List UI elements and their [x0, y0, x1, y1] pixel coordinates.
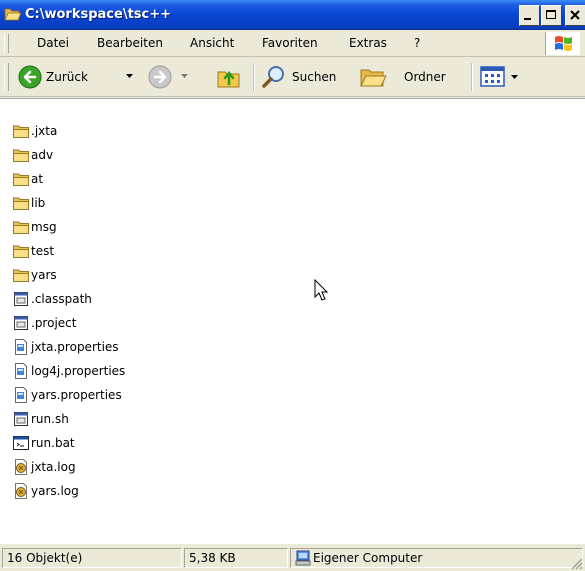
menu-help[interactable]: ? [414, 36, 420, 50]
back-dropdown-arrow-icon[interactable] [126, 74, 134, 80]
menu-bar-grip[interactable] [4, 34, 9, 53]
file-item[interactable]: msg [13, 216, 57, 238]
generic-file-icon [13, 291, 31, 307]
explorer-window: C:\workspace\tsc++ Datei Bearbeiten Ansi… [0, 0, 585, 571]
file-name: jxta.properties [31, 340, 119, 354]
forward-arrow-icon [148, 65, 172, 89]
back-label: Zurück [46, 70, 88, 84]
file-name: yars.log [31, 484, 79, 498]
folder-icon [13, 124, 31, 138]
file-name: msg [31, 220, 57, 234]
folders-label: Ordner [404, 70, 446, 84]
back-arrow-icon [18, 65, 42, 89]
search-icon [262, 66, 284, 88]
folder-icon [13, 268, 31, 282]
toolbar-separator-2 [471, 63, 473, 91]
search-label: Suchen [292, 70, 337, 84]
folder-icon [13, 172, 31, 186]
folder-icon [13, 196, 31, 210]
close-button[interactable] [565, 5, 585, 26]
batch-file-icon [13, 435, 31, 451]
status-object-count: 16 Objekt(e) [2, 548, 182, 568]
forward-dropdown-arrow-icon[interactable] [181, 74, 189, 80]
file-item[interactable]: yars.properties [13, 384, 122, 406]
properties-file-icon [13, 387, 31, 403]
menu-bearbeiten[interactable]: Bearbeiten [97, 36, 163, 50]
status-location: Eigener Computer [290, 548, 583, 568]
resize-grip-icon[interactable] [570, 557, 583, 570]
forward-button[interactable] [148, 61, 204, 93]
file-name: jxta.log [31, 460, 76, 474]
mouse-pointer-icon [314, 279, 329, 301]
file-item[interactable]: lib [13, 192, 45, 214]
maximize-icon [546, 10, 556, 19]
file-name: log4j.properties [31, 364, 126, 378]
folders-button[interactable]: Ordner [359, 61, 459, 93]
file-item[interactable]: run.sh [13, 408, 69, 430]
title-bar[interactable]: C:\workspace\tsc++ [0, 0, 585, 30]
log-file-icon [13, 459, 31, 475]
my-computer-icon [295, 550, 311, 566]
toolbar-grip[interactable] [4, 63, 9, 91]
file-item[interactable]: yars [13, 264, 57, 286]
window-title: C:\workspace\tsc++ [25, 7, 172, 22]
file-list-pane[interactable]: .jxta adv at lib msg test yars .classpath .proje… [0, 98, 585, 543]
file-item[interactable]: test [13, 240, 54, 262]
generic-file-icon [13, 315, 31, 331]
open-folder-icon [4, 8, 21, 21]
menu-extras[interactable]: Extras [349, 36, 387, 50]
file-item[interactable]: yars.log [13, 480, 79, 502]
standard-toolbar: Zurück Suchen Ordner [0, 57, 585, 97]
file-name: .project [31, 316, 77, 330]
file-name: adv [31, 148, 54, 162]
file-item[interactable]: .jxta [13, 120, 57, 142]
folder-icon [13, 220, 31, 234]
search-button[interactable]: Suchen [261, 61, 345, 93]
menu-bar: Datei Bearbeiten Ansicht Favoriten Extra… [0, 30, 585, 57]
toolbar-separator [253, 63, 255, 91]
folder-icon [13, 244, 31, 258]
views-dropdown-arrow-icon[interactable] [511, 75, 519, 81]
maximize-button[interactable] [541, 5, 562, 26]
menu-datei[interactable]: Datei [37, 36, 69, 50]
file-name: test [31, 244, 55, 258]
file-name: .classpath [31, 292, 92, 306]
back-button[interactable]: Zurück [14, 61, 144, 93]
up-folder-icon[interactable] [216, 64, 242, 90]
menu-ansicht[interactable]: Ansicht [190, 36, 234, 50]
file-item[interactable]: .classpath [13, 288, 92, 310]
file-name: run.sh [31, 412, 69, 426]
close-icon [570, 10, 580, 20]
file-name: .jxta [31, 124, 58, 138]
views-icon [480, 66, 505, 87]
windows-logo [545, 32, 580, 55]
status-location-label: Eigener Computer [313, 551, 423, 565]
file-name: run.bat [31, 436, 75, 450]
file-item[interactable]: adv [13, 144, 53, 166]
file-item[interactable]: jxta.log [13, 456, 76, 478]
folder-icon [13, 148, 31, 162]
status-bar: 16 Objekt(e) 5,38 KB Eigener Computer [0, 543, 585, 571]
file-name: yars.properties [31, 388, 122, 402]
minimize-icon [524, 18, 531, 20]
file-name: at [31, 172, 44, 186]
generic-file-icon [13, 411, 31, 427]
views-button[interactable] [478, 63, 524, 91]
file-name: lib [31, 196, 46, 210]
windows-flag-icon [555, 36, 572, 51]
minimize-button[interactable] [519, 5, 540, 26]
properties-file-icon [13, 339, 31, 355]
menu-favoriten[interactable]: Favoriten [262, 36, 318, 50]
file-item[interactable]: at [13, 168, 43, 190]
file-name: yars [31, 268, 57, 282]
folders-icon [360, 69, 387, 87]
file-item[interactable]: jxta.properties [13, 336, 119, 358]
file-item[interactable]: .project [13, 312, 76, 334]
status-size: 5,38 KB [184, 548, 288, 568]
properties-file-icon [13, 363, 31, 379]
file-item[interactable]: run.bat [13, 432, 75, 454]
file-item[interactable]: log4j.properties [13, 360, 125, 382]
log-file-icon [13, 483, 31, 499]
